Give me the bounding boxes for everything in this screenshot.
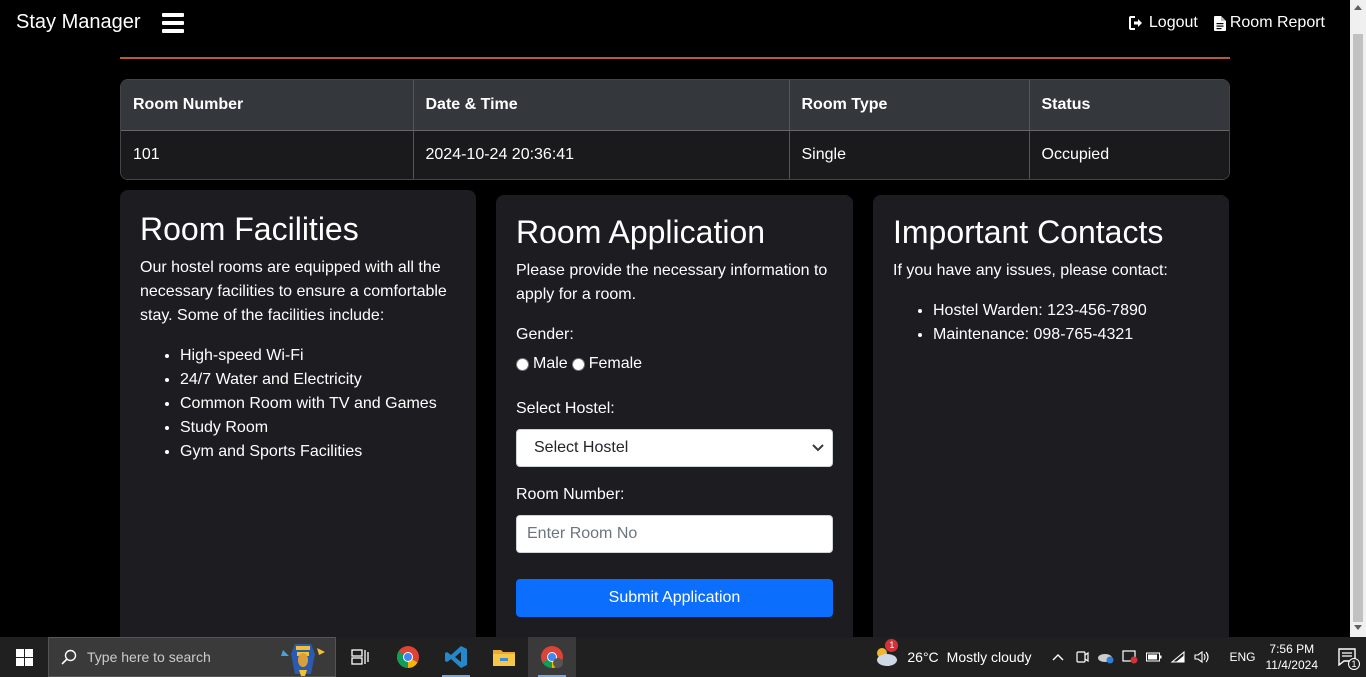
security-icon[interactable] — [1121, 648, 1139, 666]
list-item: 24/7 Water and Electricity — [180, 368, 456, 392]
scroll-thumb[interactable] — [1353, 34, 1363, 622]
windows-logo-icon — [15, 648, 33, 666]
contacts-intro: If you have any issues, please contact: — [893, 262, 1168, 279]
system-clock[interactable]: 7:56 PM 11/4/2024 — [1266, 641, 1319, 673]
table-row: 101 2024-10-24 20:36:41 Single Occupied — [121, 130, 1229, 179]
room-number-label: Room Number: — [516, 486, 625, 503]
chrome-icon — [397, 646, 419, 668]
chrome-profile-icon — [541, 646, 563, 668]
weather-badge: 1 — [885, 638, 899, 652]
weather-desc: Mostly cloudy — [946, 649, 1032, 665]
page-scrollbar[interactable] — [1350, 0, 1366, 637]
taskbar-file-explorer[interactable] — [480, 637, 528, 677]
gender-male-radio[interactable] — [516, 357, 529, 371]
table-cell: 2024-10-24 20:36:41 — [413, 130, 790, 179]
taskbar-chrome-active[interactable] — [528, 637, 576, 677]
logout-link[interactable]: Logout — [1128, 14, 1198, 32]
weather-cloud-icon: 1 — [873, 638, 899, 670]
meet-now-icon[interactable] — [1073, 648, 1091, 666]
onedrive-icon[interactable] — [1097, 648, 1115, 666]
facilities-list: High-speed Wi-Fi 24/7 Water and Electric… — [140, 344, 456, 464]
table-cell: 101 — [121, 130, 414, 179]
table-header-row: Room Number Date & Time Room Type Status — [121, 80, 1229, 131]
start-button[interactable] — [0, 637, 48, 677]
sign-out-icon — [1128, 16, 1142, 30]
taskbar-search[interactable]: Type here to search — [48, 637, 336, 677]
header-divider — [120, 57, 1230, 59]
notification-count: 1 — [1348, 658, 1360, 670]
facilities-intro: Our hostel rooms are equipped with all t… — [140, 259, 447, 324]
gender-female-label: Female — [588, 355, 643, 372]
list-item: Gym and Sports Facilities — [180, 440, 456, 464]
battery-icon[interactable] — [1145, 648, 1163, 666]
task-view-button[interactable] — [336, 637, 384, 677]
folder-icon — [493, 650, 515, 666]
clock-time: 7:56 PM — [1269, 642, 1315, 656]
chevron-up-icon[interactable] — [1049, 648, 1067, 666]
windows-taskbar: Type here to search 1 26°C Mostly cloudy… — [0, 637, 1366, 677]
application-title: Room Application — [516, 214, 766, 250]
search-icon — [61, 649, 77, 665]
gender-label: Gender: — [516, 326, 574, 343]
list-item: High-speed Wi-Fi — [180, 344, 456, 368]
table-cell: Occupied — [1029, 130, 1229, 179]
task-view-icon — [351, 649, 369, 665]
list-item: Study Room — [180, 416, 456, 440]
room-status-table: Room Number Date & Time Room Type Status… — [120, 79, 1230, 180]
volume-icon[interactable] — [1193, 648, 1211, 666]
language-indicator[interactable]: ENG — [1229, 650, 1255, 664]
top-navbar: Stay Manager Logout Room Report — [0, 0, 1350, 48]
gender-male-label: Male — [533, 355, 568, 372]
column-header: Room Type — [789, 80, 1030, 131]
submit-application-button[interactable]: Submit Application — [516, 579, 833, 617]
hamburger-menu-icon[interactable] — [162, 13, 184, 33]
scroll-down-arrow-icon[interactable] — [1354, 625, 1362, 630]
brand-title[interactable]: Stay Manager — [16, 11, 141, 34]
hostel-select[interactable]: Select Hostel — [516, 429, 833, 467]
weather-widget[interactable]: 1 26°C Mostly cloudy — [873, 638, 1032, 670]
contacts-card: Important Contacts If you have any issue… — [873, 195, 1229, 650]
list-item: Common Room with TV and Games — [180, 392, 456, 416]
search-placeholder: Type here to search — [87, 649, 211, 665]
wifi-icon[interactable] — [1169, 648, 1187, 666]
hostel-select-value: Select Hostel — [534, 439, 629, 456]
scroll-up-arrow-icon[interactable] — [1354, 5, 1362, 10]
facilities-card: Room Facilities Our hostel rooms are equ… — [120, 190, 476, 650]
column-header: Room Number — [121, 80, 414, 131]
logout-label: Logout — [1148, 14, 1198, 31]
clock-date: 11/4/2024 — [1265, 658, 1319, 672]
table-cell: Single — [789, 130, 1030, 179]
application-intro: Please provide the necessary information… — [516, 262, 828, 303]
column-header: Date & Time — [413, 80, 790, 131]
application-card: Room Application Please provide the nece… — [496, 195, 853, 650]
room-number-input[interactable] — [516, 515, 833, 553]
notification-center-button[interactable]: 1 — [1332, 648, 1362, 670]
taskbar-chrome[interactable] — [384, 637, 432, 677]
room-report-link[interactable]: Room Report — [1213, 14, 1325, 32]
contacts-list: Hostel Warden: 123-456-7890 Maintenance:… — [893, 299, 1209, 347]
vscode-icon — [445, 646, 467, 668]
list-item: Hostel Warden: 123-456-7890 — [933, 299, 1209, 323]
facilities-title: Room Facilities — [140, 211, 359, 247]
gender-female-radio[interactable] — [571, 357, 585, 371]
contacts-title: Important Contacts — [893, 214, 1164, 250]
chevron-down-icon — [812, 444, 824, 452]
weather-temp: 26°C — [907, 649, 939, 665]
column-header: Status — [1029, 80, 1229, 131]
room-report-label: Room Report — [1229, 14, 1325, 31]
taskbar-vscode[interactable] — [432, 637, 480, 677]
file-icon — [1213, 15, 1226, 31]
list-item: Maintenance: 098-765-4321 — [933, 323, 1209, 347]
hostel-label: Select Hostel: — [516, 400, 615, 417]
search-highlight-pharaoh-icon — [281, 644, 325, 676]
